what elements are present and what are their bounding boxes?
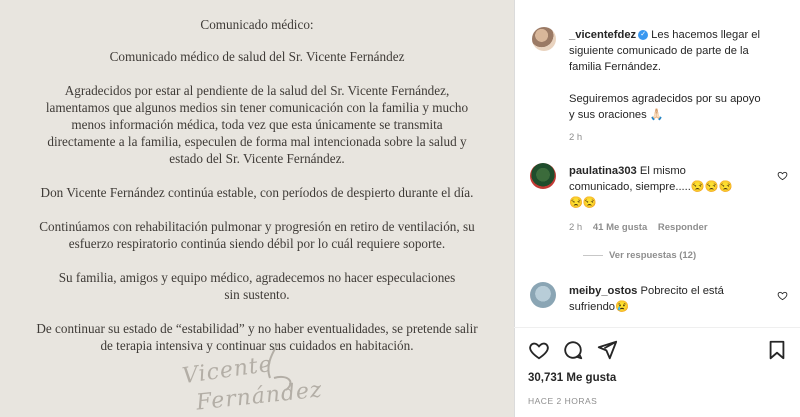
medical-statement: Comunicado médico: Comunicado médico de … [20, 0, 494, 354]
avatar[interactable] [530, 163, 556, 189]
caption-username[interactable]: _vicentefdez [569, 29, 636, 41]
share-icon[interactable] [596, 339, 618, 361]
statement-paragraph-1: Agradecidos por estar al pendiente de la… [45, 83, 469, 166]
statement-paragraph-2: Don Vicente Fernández continúa estable, … [40, 185, 474, 200]
comment-time: 2 h [569, 222, 583, 233]
reply-button[interactable]: Responder [658, 222, 708, 233]
likes-count[interactable]: 30,731 Me gusta [528, 372, 616, 384]
avatar[interactable] [532, 27, 556, 51]
caption-continued: Seguiremos agradecidos por su apoyo y su… [569, 93, 761, 121]
verified-icon: ✓ [638, 30, 649, 41]
statement-heading: Comunicado médico: [200, 17, 314, 32]
comment-username[interactable]: paulatina303 [569, 165, 637, 177]
heart-icon[interactable] [777, 290, 788, 301]
bookmark-icon[interactable] [766, 339, 788, 361]
view-replies-button[interactable]: Ver respuestas (12) [609, 250, 696, 261]
reply-divider [583, 255, 603, 256]
caption-time: 2 h [569, 132, 583, 143]
signature: Vicente Fernández [178, 338, 338, 416]
caption: _vicentefdez ✓ Les hacemos llegar el sigui… [569, 29, 760, 73]
comment-2: meiby_ostos Pobrecito el está sufriendo😢 [569, 285, 724, 313]
post-time: HACE 2 HORAS [528, 396, 598, 406]
comment-1-meta: 2 h 41 Me gusta Responder [569, 222, 708, 233]
comment-1: paulatina303 El mismo comunicado, siempr… [569, 165, 733, 209]
post-image: Comunicado médico: Comunicado médico de … [0, 0, 514, 417]
comment-likes[interactable]: 41 Me gusta [593, 222, 647, 233]
avatar[interactable] [530, 282, 556, 308]
statement-subheading: Comunicado médico de salud del Sr. Vicen… [109, 49, 405, 64]
comment-icon[interactable] [562, 339, 584, 361]
signature-flourish [267, 343, 292, 391]
statement-paragraph-4: Su familia, amigos y equipo médico, agra… [58, 270, 456, 302]
comment-username[interactable]: meiby_ostos [569, 285, 637, 297]
statement-paragraph-3: Continúamos con rehabilitación pulmonar … [39, 219, 475, 251]
heart-icon[interactable] [777, 170, 788, 181]
divider [514, 327, 800, 328]
heart-icon[interactable] [528, 339, 550, 361]
